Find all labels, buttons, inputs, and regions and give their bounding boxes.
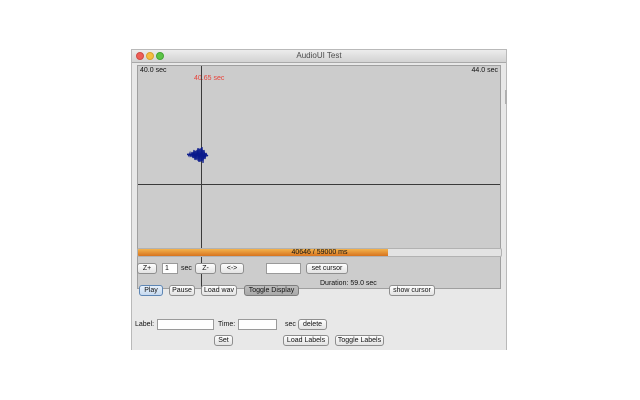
- window-title: AudioUI Test: [296, 51, 342, 60]
- zoom-seconds-unit: sec: [181, 265, 192, 272]
- progress-text: 40646 / 59000 ms: [291, 249, 348, 256]
- duration-label: Duration: 59.0 sec: [320, 280, 377, 287]
- load-wav-button[interactable]: Load wav: [201, 285, 237, 296]
- set-cursor-button[interactable]: set cursor: [306, 263, 348, 274]
- time-input[interactable]: [238, 319, 277, 330]
- pause-button[interactable]: Pause: [169, 285, 195, 296]
- time-caption: Time:: [218, 321, 236, 328]
- time-unit: sec: [285, 321, 296, 328]
- zero-axis-line: [138, 184, 500, 185]
- cursor-position-input[interactable]: [266, 263, 301, 274]
- play-button[interactable]: Play: [139, 285, 163, 296]
- fit-view-button[interactable]: <->: [220, 263, 244, 274]
- label-input[interactable]: [157, 319, 214, 330]
- delete-label-button[interactable]: delete: [298, 319, 327, 330]
- start-time-label: 40.0 sec: [140, 67, 167, 74]
- cursor-time-label: 40.65 sec: [194, 75, 225, 82]
- end-time-label: 44.0 sec: [471, 67, 498, 74]
- audio-waveform: [187, 146, 209, 164]
- title-bar[interactable]: AudioUI Test: [132, 50, 506, 63]
- set-label-button[interactable]: Set: [214, 335, 233, 346]
- toggle-labels-button[interactable]: Toggle Labels: [335, 335, 384, 346]
- app-window: AudioUI Test 40.0 sec 44.0 sec 40.65 sec…: [131, 49, 507, 350]
- show-cursor-button[interactable]: show cursor: [389, 285, 435, 296]
- zoom-seconds-input[interactable]: [162, 263, 178, 274]
- playback-progress-bar[interactable]: 40646 / 59000 ms: [137, 248, 502, 257]
- window-resize-nub: [505, 90, 507, 104]
- zoom-out-button[interactable]: Z-: [195, 263, 216, 274]
- load-labels-button[interactable]: Load Labels: [283, 335, 329, 346]
- zoom-in-button[interactable]: Z+: [137, 263, 157, 274]
- toggle-display-button[interactable]: Toggle Display: [244, 285, 299, 296]
- label-caption: Label:: [135, 321, 155, 328]
